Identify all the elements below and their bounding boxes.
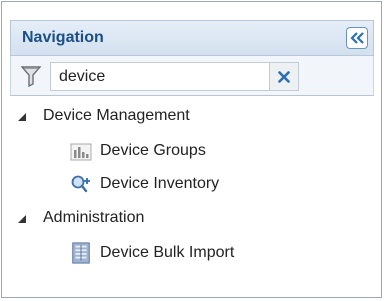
- clear-search-button[interactable]: [269, 62, 299, 91]
- panel-header: Navigation: [10, 20, 374, 56]
- clear-x-icon: [278, 70, 290, 83]
- double-chevron-left-icon: [350, 32, 364, 44]
- expanded-arrow-icon: [18, 215, 26, 223]
- tree-item-device-bulk-import[interactable]: Device Bulk Import: [10, 241, 374, 267]
- device-groups-icon: [70, 143, 92, 161]
- tree-item-device-inventory[interactable]: Device Inventory: [10, 172, 374, 198]
- collapse-panel-button[interactable]: [346, 27, 368, 49]
- panel-title: Navigation: [22, 29, 104, 46]
- tree-node-device-management[interactable]: Device Management: [10, 104, 374, 130]
- tree-node-label: Administration: [43, 209, 145, 226]
- tree-item-label: Device Groups: [100, 142, 206, 159]
- funnel-icon: [21, 66, 41, 87]
- device-inventory-icon: [71, 175, 90, 193]
- tree-node-label: Device Management: [43, 107, 190, 124]
- tree-node-administration[interactable]: Administration: [10, 206, 374, 232]
- search-input[interactable]: [50, 62, 299, 91]
- expanded-arrow-icon: [18, 113, 26, 121]
- tree-item-device-groups[interactable]: Device Groups: [10, 139, 374, 165]
- filter-bar: [10, 56, 374, 96]
- bulk-import-icon: [72, 242, 90, 264]
- tree-item-label: Device Inventory: [100, 175, 220, 192]
- tree-item-label: Device Bulk Import: [100, 244, 235, 261]
- navigation-panel: Navigation Device Management: [1, 1, 382, 298]
